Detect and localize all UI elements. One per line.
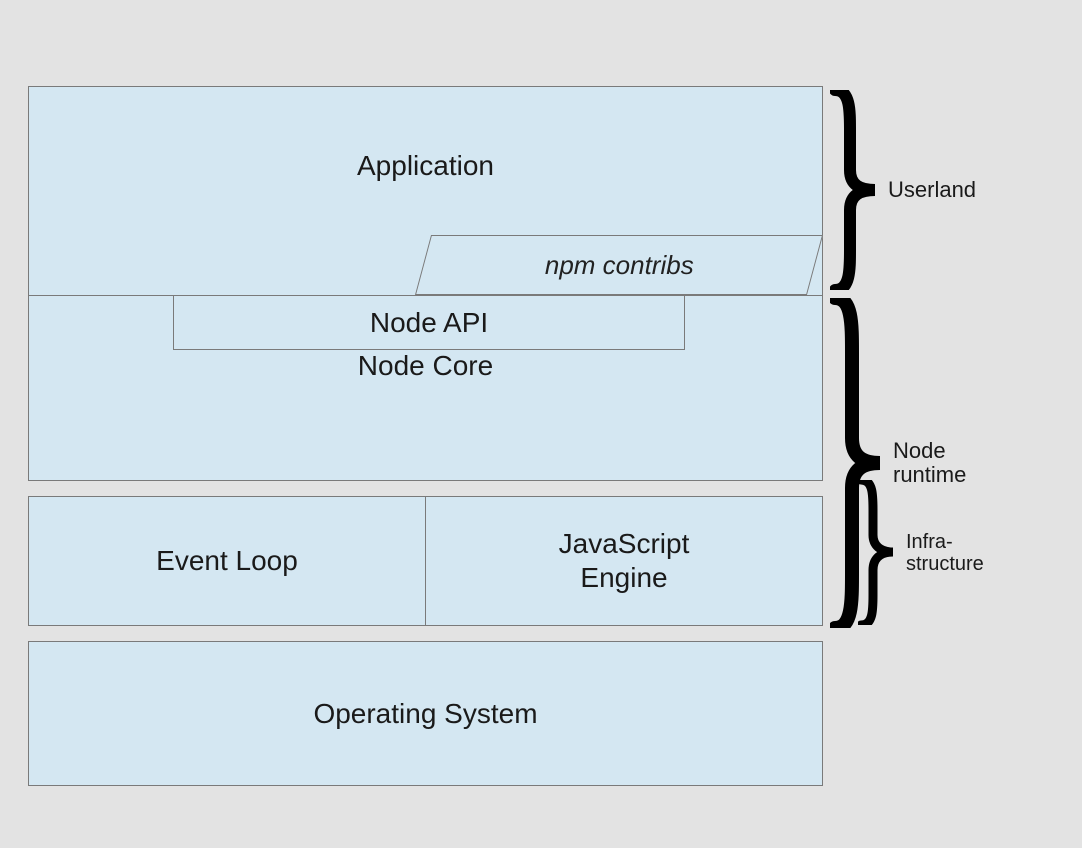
layer-js-engine-label: JavaScript Engine [559,527,690,594]
brace-infrastructure: Infra- structure [858,480,984,625]
brace-userland-label: Userland [888,178,976,202]
layer-node-api: Node API [173,295,685,350]
brace-infra-label: Infra- structure [906,531,984,575]
layer-js-engine: JavaScript Engine [425,496,823,626]
layer-node-api-label: Node API [370,307,488,339]
annotation-column: Userland Node runtime Infra- structure [830,80,1070,620]
layer-operating-system: Operating System [28,641,823,786]
layer-npm-contribs: npm contribs [415,235,823,295]
layer-application-label: Application [357,150,494,182]
diagram-container: Application npm contribs Node Core Node … [28,86,823,786]
brace-userland-icon [830,90,880,290]
brace-userland: Userland [830,90,976,290]
layer-node-core-label: Node Core [358,350,493,382]
layer-os-label: Operating System [313,698,537,730]
brace-infra-icon [858,480,898,625]
layer-npm-label: npm contribs [545,250,694,281]
layer-event-loop: Event Loop [28,496,426,626]
layer-event-loop-label: Event Loop [156,545,298,577]
